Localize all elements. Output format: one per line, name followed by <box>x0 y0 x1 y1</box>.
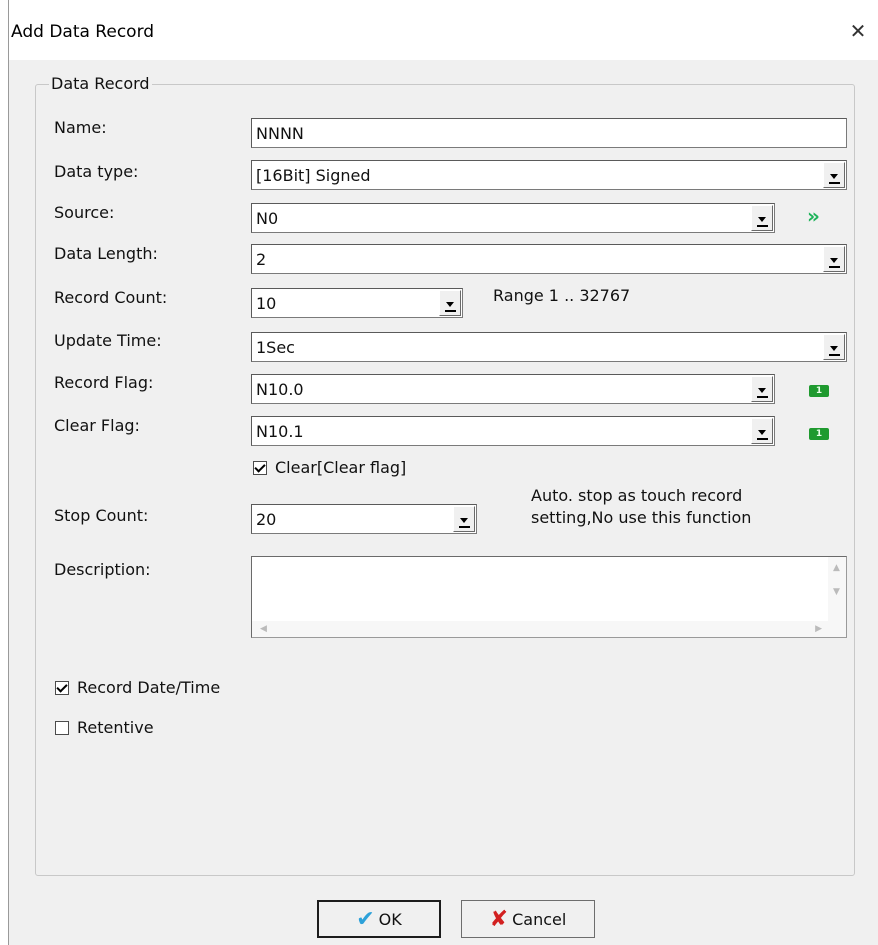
dialog-title: Add Data Record <box>11 22 155 42</box>
data-type-select[interactable]: [16Bit] Signed <box>251 160 847 190</box>
chevron-down-icon[interactable] <box>823 246 845 272</box>
chevron-down-icon[interactable] <box>439 290 461 316</box>
stop-count-hint-line2: setting,No use this function <box>531 508 752 527</box>
chevron-down-icon[interactable] <box>453 506 475 532</box>
record-count-value: 10 <box>256 294 277 313</box>
cancel-button[interactable]: ✘ Cancel <box>461 900 595 938</box>
stop-count-label: Stop Count: <box>54 506 149 525</box>
flag-address-icon[interactable]: 1 <box>809 428 829 440</box>
chevron-down-icon[interactable] <box>751 418 773 444</box>
ok-button-label: OK <box>378 909 402 929</box>
data-length-select[interactable]: 2 <box>251 244 847 274</box>
update-time-select[interactable]: 1Sec <box>251 332 847 362</box>
scroll-left-icon[interactable]: ◀ <box>260 624 267 634</box>
chevron-down-icon[interactable] <box>823 162 845 188</box>
description-textarea[interactable]: ▲ ▼ ◀ ▶ <box>251 556 847 638</box>
source-label: Source: <box>54 203 115 222</box>
source-value: N0 <box>256 209 279 228</box>
chevron-down-icon[interactable] <box>751 376 773 402</box>
cancel-button-label: Cancel <box>512 909 567 929</box>
retentive-checkbox[interactable]: Retentive <box>55 718 154 737</box>
record-count-label: Record Count: <box>54 288 168 307</box>
horizontal-scrollbar[interactable]: ◀ ▶ <box>252 621 846 637</box>
stop-count-select[interactable]: 20 <box>251 504 477 534</box>
ok-button[interactable]: ✔ OK <box>317 900 441 938</box>
record-count-select[interactable]: 10 <box>251 288 463 318</box>
clear-flag-select[interactable]: N10.1 <box>251 416 775 446</box>
vertical-scrollbar[interactable]: ▲ ▼ <box>828 557 846 623</box>
clear-flag-label: Clear Flag: <box>54 416 140 435</box>
clear-flag-value: N10.1 <box>256 422 304 441</box>
retentive-label: Retentive <box>77 718 154 737</box>
source-select[interactable]: N0 <box>251 203 775 233</box>
clear-flag-checkbox-label: Clear[Clear flag] <box>275 458 407 477</box>
name-value: NNNN <box>256 124 304 143</box>
close-icon[interactable]: ✕ <box>841 14 875 48</box>
update-time-value: 1Sec <box>256 338 295 357</box>
chevron-down-icon[interactable] <box>823 334 845 360</box>
title-bar: Add Data Record ✕ <box>9 0 878 60</box>
group-legend: Data Record <box>49 74 152 93</box>
data-type-value: [16Bit] Signed <box>256 166 371 185</box>
data-length-label: Data Length: <box>54 244 158 263</box>
name-label: Name: <box>54 118 107 137</box>
name-input[interactable]: NNNN <box>251 118 847 148</box>
add-data-record-dialog: Add Data Record ✕ Data Record Name: NNNN… <box>8 0 878 945</box>
double-chevron-right-icon[interactable]: » <box>807 204 820 228</box>
record-count-range: Range 1 .. 32767 <box>493 286 631 305</box>
checkmark-icon: ✔ <box>356 906 375 932</box>
scroll-up-icon[interactable]: ▲ <box>833 563 840 573</box>
record-flag-select[interactable]: N10.0 <box>251 374 775 404</box>
clear-flag-checkbox[interactable]: Clear[Clear flag] <box>253 458 406 477</box>
x-icon: ✘ <box>489 906 509 932</box>
record-datetime-label: Record Date/Time <box>77 678 221 697</box>
data-length-value: 2 <box>256 250 267 269</box>
record-datetime-checkbox[interactable]: Record Date/Time <box>55 678 220 697</box>
stop-count-value: 20 <box>256 510 277 529</box>
scroll-right-icon[interactable]: ▶ <box>815 624 822 634</box>
flag-address-icon[interactable]: 1 <box>809 385 829 397</box>
description-label: Description: <box>54 560 151 579</box>
record-flag-label: Record Flag: <box>54 373 154 392</box>
scroll-down-icon[interactable]: ▼ <box>833 587 840 597</box>
checkbox-checked-icon[interactable] <box>253 460 267 475</box>
data-type-label: Data type: <box>54 162 139 181</box>
update-time-label: Update Time: <box>54 331 162 350</box>
chevron-down-icon[interactable] <box>751 205 773 231</box>
stop-count-hint-line1: Auto. stop as touch record <box>531 486 743 505</box>
record-flag-value: N10.0 <box>256 380 304 399</box>
checkbox-checked-icon[interactable] <box>55 680 69 695</box>
checkbox-unchecked-icon[interactable] <box>55 720 69 735</box>
